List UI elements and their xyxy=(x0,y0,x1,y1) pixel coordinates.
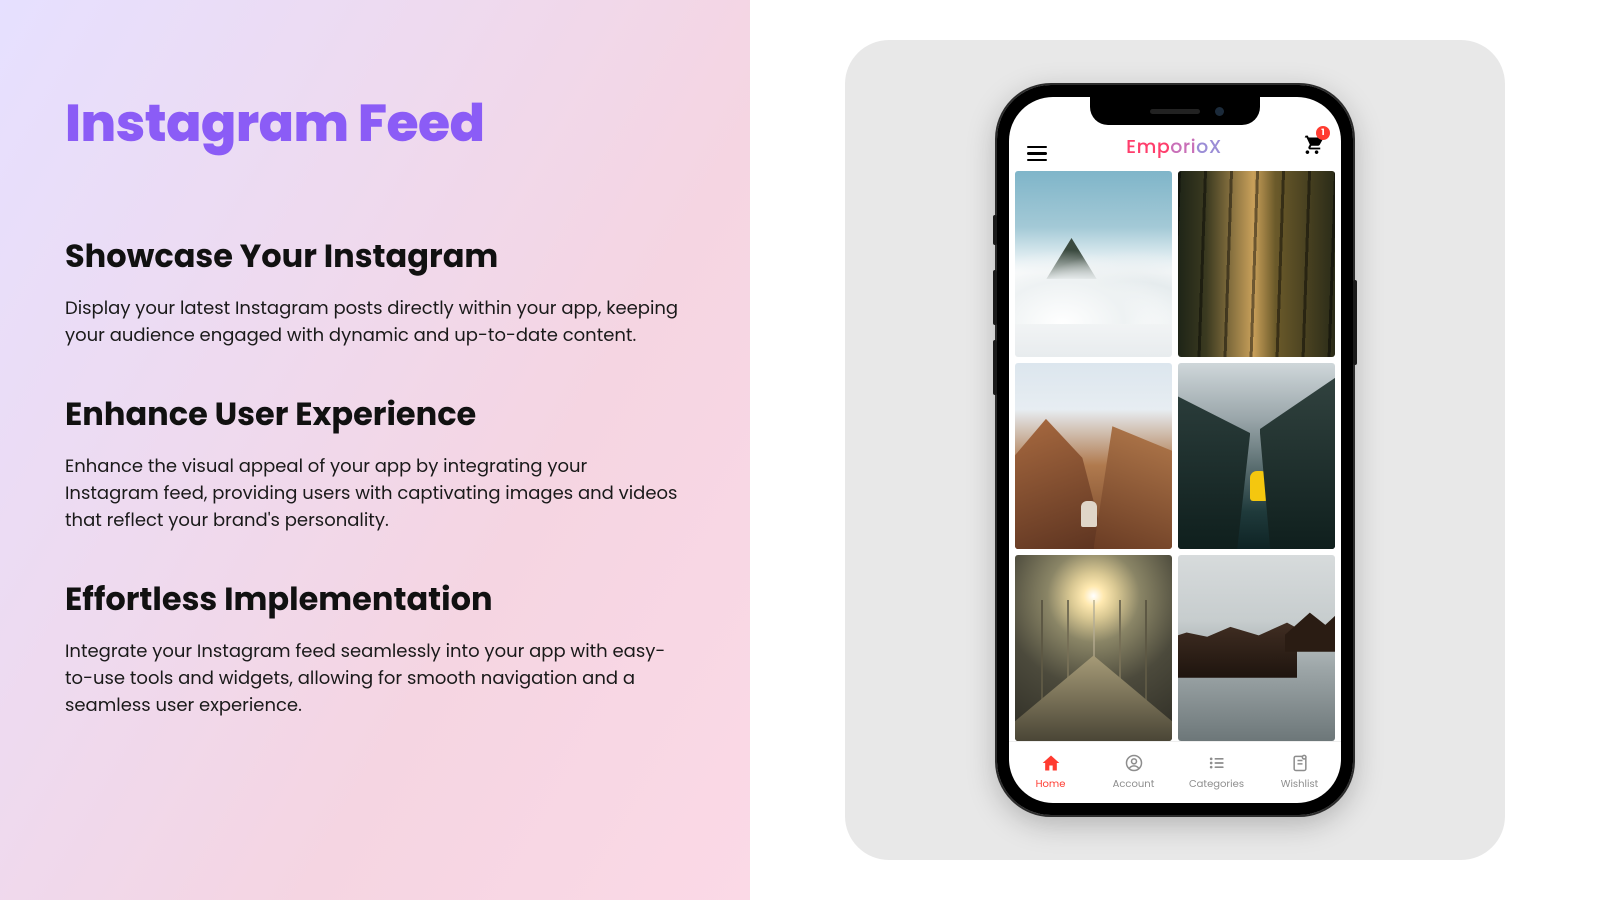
nav-home[interactable]: Home xyxy=(1009,742,1092,803)
phone-mockup: EmporioX 1 xyxy=(997,85,1353,815)
feed-tile[interactable] xyxy=(1015,555,1172,741)
account-icon xyxy=(1124,753,1144,773)
section-body: Integrate your Instagram feed seamlessly… xyxy=(65,638,685,719)
mockup-panel: EmporioX 1 xyxy=(750,0,1600,900)
brand-part: ori xyxy=(1170,133,1196,160)
nav-categories[interactable]: Categories xyxy=(1175,742,1258,803)
marketing-copy-panel: Instagram Feed Showcase Your Instagram D… xyxy=(0,0,750,900)
cart-badge: 1 xyxy=(1316,126,1330,140)
hamburger-menu-icon[interactable] xyxy=(1027,146,1047,162)
brand-part: Emp xyxy=(1126,133,1170,160)
page-title: Instagram Feed xyxy=(65,85,710,163)
list-icon xyxy=(1207,753,1227,773)
cart-button[interactable]: 1 xyxy=(1301,132,1323,161)
wishlist-icon xyxy=(1290,753,1310,773)
device-card: EmporioX 1 xyxy=(845,40,1505,860)
feature-section: Effortless Implementation Integrate your… xyxy=(65,576,685,719)
phone-screen: EmporioX 1 xyxy=(1009,97,1341,803)
feed-tile[interactable] xyxy=(1178,363,1335,549)
phone-side-button xyxy=(993,270,997,325)
feature-section: Enhance User Experience Enhance the visu… xyxy=(65,391,685,534)
phone-notch xyxy=(1090,97,1260,125)
feature-section: Showcase Your Instagram Display your lat… xyxy=(65,233,685,349)
feed-tile[interactable] xyxy=(1178,171,1335,357)
feed-tile[interactable] xyxy=(1178,555,1335,741)
nav-label: Wishlist xyxy=(1281,776,1319,792)
brand-part: oX xyxy=(1196,133,1222,160)
phone-side-button xyxy=(993,340,997,395)
app-content: EmporioX 1 xyxy=(1009,97,1341,803)
nav-wishlist[interactable]: Wishlist xyxy=(1258,742,1341,803)
phone-side-button xyxy=(993,215,997,245)
section-heading: Showcase Your Instagram xyxy=(65,233,685,281)
brand-logo: EmporioX xyxy=(1126,132,1222,161)
section-heading: Enhance User Experience xyxy=(65,391,685,439)
instagram-grid xyxy=(1009,171,1341,741)
nav-label: Home xyxy=(1036,776,1066,792)
section-heading: Effortless Implementation xyxy=(65,576,685,624)
home-icon xyxy=(1041,753,1061,773)
feed-tile[interactable] xyxy=(1015,171,1172,357)
nav-label: Categories xyxy=(1189,776,1244,792)
section-body: Enhance the visual appeal of your app by… xyxy=(65,453,685,534)
section-body: Display your latest Instagram posts dire… xyxy=(65,295,685,349)
nav-label: Account xyxy=(1113,776,1155,792)
nav-account[interactable]: Account xyxy=(1092,742,1175,803)
phone-side-button xyxy=(1353,280,1357,365)
feed-tile[interactable] xyxy=(1015,363,1172,549)
bottom-nav: Home Account Categories Wishlist xyxy=(1009,741,1341,803)
